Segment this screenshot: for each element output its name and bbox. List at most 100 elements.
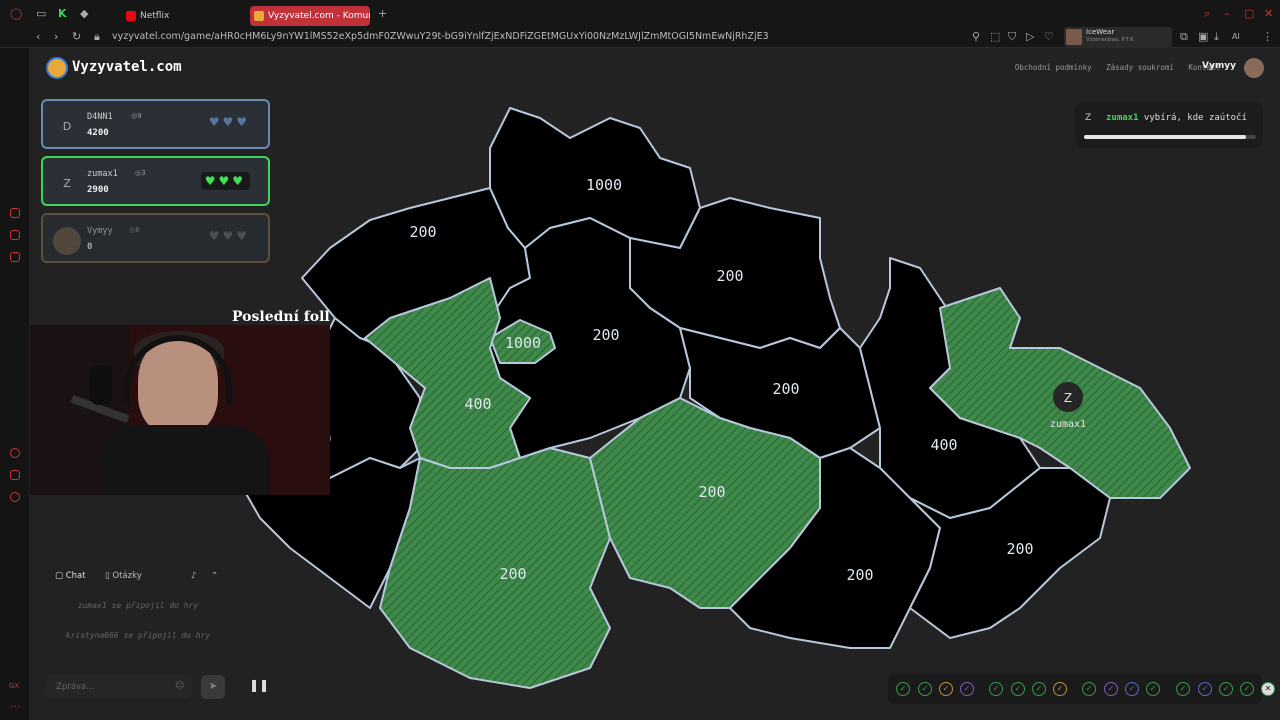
player-name: Vymyy xyxy=(87,226,113,236)
sidebar-messenger-icon[interactable] xyxy=(10,230,20,240)
lives-hearts-icon: ♥♥♥ xyxy=(200,172,250,190)
reload-icon[interactable]: ↻ xyxy=(72,30,81,43)
marker-initial: Z xyxy=(1064,391,1072,405)
bell-icon[interactable]: ♪ xyxy=(191,571,196,581)
opera-logo-icon[interactable]: ◯ xyxy=(10,7,22,20)
sidebar-music-icon[interactable] xyxy=(10,470,20,480)
answer-badges: ✓ ✓ ✓ ✓ ✓ ✓ ✓ ✓ ✓ ✓ ✓ ✓ ✓ ✓ ✓ ✓ ✕ xyxy=(888,674,1275,704)
chat-input[interactable]: Zpráva... xyxy=(46,675,192,699)
player-card: D D4NN1 ◎9 4200 ♥♥♥ xyxy=(41,99,270,149)
search-icon[interactable]: ⌕ xyxy=(1204,7,1210,21)
region-value: 200 xyxy=(716,267,743,285)
player-name: zumax1 xyxy=(87,169,118,179)
kick-icon[interactable]: K xyxy=(58,7,67,20)
minimize-icon[interactable]: – xyxy=(1224,7,1230,20)
answer-badge-icon: ✓ xyxy=(1053,682,1067,696)
chat-message: zumax1 se připojil do hry xyxy=(77,601,199,610)
lock-icon: 🔒︎ xyxy=(94,30,100,43)
region-value: 200 xyxy=(772,380,799,398)
workspace-icon[interactable]: ▭ xyxy=(36,7,46,20)
player-card: Vymyy ◎8 0 ♥♥♥ xyxy=(41,213,270,263)
forward-icon[interactable]: › xyxy=(54,30,58,43)
answer-badge-icon: ✓ xyxy=(939,682,953,696)
tab-vyzyvatel[interactable]: Vyzyvatel.com - Komunitní xyxy=(250,6,370,26)
menu-icon[interactable]: ⋮ xyxy=(1262,30,1273,43)
tab-netflix[interactable]: Netflix xyxy=(122,6,242,26)
answer-badge-icon: ✓ xyxy=(1011,682,1025,696)
ai-button[interactable]: AI xyxy=(1232,32,1240,41)
webcam-overlay xyxy=(30,325,330,495)
lives-hearts-icon: ♥♥♥ xyxy=(208,115,250,129)
status-message: zumax1 vybírá, kde zaútočí xyxy=(1106,113,1247,123)
status-initial: Z xyxy=(1085,113,1092,123)
player-score: 2900 xyxy=(87,185,109,195)
answer-badge-icon: ✓ xyxy=(1240,682,1254,696)
shield-icon[interactable]: ⛉ xyxy=(1008,30,1016,44)
profile-sub: Vzomenbas, P.T.K xyxy=(1086,37,1134,43)
extension-icon[interactable]: ◆ xyxy=(80,7,88,20)
close-icon[interactable]: ✕ xyxy=(1264,7,1273,20)
sidebar-gx-icon[interactable]: GX xyxy=(9,682,19,690)
profile-name: IceWear xyxy=(1086,28,1115,36)
tab-label: Vyzyvatel.com - Komunitní xyxy=(268,11,370,21)
link-terms[interactable]: Obchodní podmínky xyxy=(1015,63,1092,72)
app-header: Vyzyvatel.com Obchodní podmínky Zásady s… xyxy=(30,48,1280,88)
sidebar-twitch-icon[interactable] xyxy=(10,208,20,218)
logo-text[interactable]: Vyzyvatel.com xyxy=(72,59,182,75)
region-value: 200 xyxy=(846,566,873,584)
region-value: 1000 xyxy=(505,334,541,352)
tab-questions[interactable]: ▯ Otázky xyxy=(105,571,142,581)
game-app: 200 1000 200 1000 200 400 400 200 200 20… xyxy=(30,48,1280,720)
chevron-up-icon[interactable]: ⌃ xyxy=(211,571,218,581)
snapshot-icon[interactable]: ⬚ xyxy=(990,30,1000,43)
header-username[interactable]: Vymyy xyxy=(1202,61,1236,71)
player-card-active: Z zumax1 ◎3 2900 ♥♥♥ xyxy=(41,156,270,206)
sidebar-settings-icon[interactable] xyxy=(10,492,20,502)
answer-badge-icon: ✓ xyxy=(896,682,910,696)
player-rank: ◎9 xyxy=(131,112,142,120)
region-value: 200 xyxy=(1006,540,1033,558)
avatar[interactable] xyxy=(1244,58,1264,78)
answer-badge-icon: ✕ xyxy=(1261,682,1275,696)
maximize-icon[interactable]: ▢ xyxy=(1244,7,1254,20)
region-value: 400 xyxy=(464,395,491,413)
sidebar-more-icon[interactable]: … xyxy=(11,700,20,710)
player-initial: Z xyxy=(63,177,71,190)
heart-icon[interactable]: ♡ xyxy=(1044,30,1054,43)
sidebar-history-icon[interactable] xyxy=(10,448,20,458)
logo-icon[interactable] xyxy=(46,57,68,79)
region-value: 1000 xyxy=(586,176,622,194)
profile-chip[interactable]: IceWear Vzomenbas, P.T.K xyxy=(1064,27,1172,47)
turn-timer-fill xyxy=(1084,135,1246,139)
extensions-icon[interactable]: ⧉ xyxy=(1180,30,1188,44)
stream-overlay-text: Poslední foll xyxy=(232,309,330,325)
tab-strip: ◯ ▭ K ◆ Netflix Vyzyvatel.com - Komunitn… xyxy=(0,4,1280,26)
player-avatar xyxy=(53,227,81,255)
emoji-icon[interactable]: ☺ xyxy=(175,681,184,691)
send-button[interactable]: ➤ xyxy=(201,675,225,699)
download-icon[interactable]: ⤓ xyxy=(1214,30,1219,44)
play-icon[interactable]: ▷ xyxy=(1026,30,1034,43)
link-privacy[interactable]: Zásady soukromí xyxy=(1106,63,1174,72)
header-links: Obchodní podmínky Zásady soukromí Kontak… xyxy=(1005,63,1220,72)
player-score: 4200 xyxy=(87,128,109,138)
tab-label: Netflix xyxy=(140,11,170,21)
pause-button[interactable]: ❚❚ xyxy=(249,678,269,692)
answer-badge-icon: ✓ xyxy=(918,682,932,696)
url-text[interactable]: vyzyvatel.com/game/aHR0cHM6Ly9nYW1lMS52e… xyxy=(112,31,769,42)
answer-badge-icon: ✓ xyxy=(1032,682,1046,696)
answer-badge-icon: ✓ xyxy=(1146,682,1160,696)
turn-timer-bar xyxy=(1084,135,1256,139)
address-bar[interactable]: ‹ › ↻ 🔒︎ vyzyvatel.com/game/aHR0cHM6Ly9n… xyxy=(0,27,1280,47)
region-jihocesky[interactable] xyxy=(379,447,611,689)
tab-chat[interactable]: ▢ Chat xyxy=(55,571,86,581)
region-value: 200 xyxy=(499,565,526,583)
wallet-icon[interactable]: ▣ xyxy=(1198,30,1208,43)
new-tab-button[interactable]: + xyxy=(378,7,387,20)
region-value: 200 xyxy=(698,483,725,501)
back-icon[interactable]: ‹ xyxy=(36,30,40,43)
pin-icon[interactable]: ⚲ xyxy=(972,30,980,43)
answer-badge-icon: ✓ xyxy=(1219,682,1233,696)
marker-name: zumax1 xyxy=(1050,419,1086,430)
sidebar-whatsapp-icon[interactable] xyxy=(10,252,20,262)
